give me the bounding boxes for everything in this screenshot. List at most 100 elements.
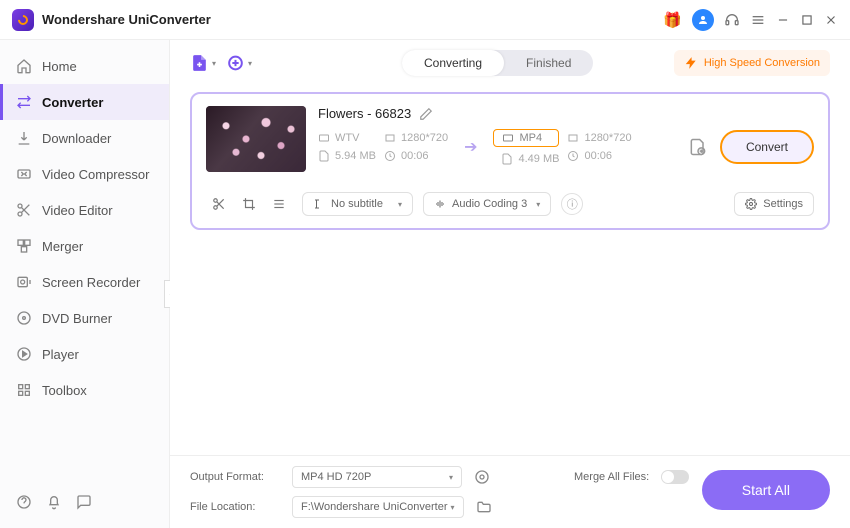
chevron-down-icon: ▾: [248, 59, 252, 68]
dst-duration: 00:06: [584, 150, 612, 162]
sidebar-item-downloader[interactable]: Downloader: [0, 120, 169, 156]
dst-format: MP4: [519, 132, 542, 144]
convert-button[interactable]: Convert: [720, 130, 814, 164]
audio-icon: [434, 198, 446, 210]
converter-icon: [16, 94, 32, 110]
app-title: Wondershare UniConverter: [42, 12, 211, 27]
file-icon: [501, 153, 513, 165]
audio-dropdown[interactable]: Audio Coding 3 ▾: [423, 192, 551, 216]
gift-icon[interactable]: 🎁: [663, 11, 682, 29]
target-format-selector[interactable]: MP4: [493, 129, 559, 147]
subtitle-icon: [313, 198, 325, 210]
resolution-icon: [567, 132, 579, 144]
help-icon[interactable]: [16, 494, 32, 510]
file-card: Flowers - 66823 WTV 5.94 MB 1280*720 00:…: [190, 92, 830, 230]
merge-toggle[interactable]: [661, 470, 689, 484]
sidebar-item-compressor[interactable]: Video Compressor: [0, 156, 169, 192]
sidebar-item-player[interactable]: Player: [0, 336, 169, 372]
footer: Output Format: MP4 HD 720P ▾ Merge All F…: [170, 455, 850, 528]
file-list: Flowers - 66823 WTV 5.94 MB 1280*720 00:…: [170, 86, 850, 455]
sidebar-item-recorder[interactable]: Screen Recorder: [0, 264, 169, 300]
subtitle-dropdown[interactable]: No subtitle ▾: [302, 192, 413, 216]
maximize-button[interactable]: [800, 13, 814, 27]
scissors-icon: [16, 202, 32, 218]
trim-icon[interactable]: [212, 197, 226, 211]
sidebar-item-editor[interactable]: Video Editor: [0, 192, 169, 228]
format-settings-icon[interactable]: [474, 469, 490, 485]
chevron-down-icon: ▾: [451, 503, 455, 512]
chevron-down-icon: ▾: [449, 473, 453, 482]
add-url-button[interactable]: ▾: [226, 50, 252, 76]
video-thumbnail[interactable]: [206, 106, 306, 172]
download-icon: [16, 130, 32, 146]
tab-finished[interactable]: Finished: [504, 50, 593, 76]
toolbar: ▾ ▾ Converting Finished High Speed Conve…: [170, 40, 850, 86]
high-speed-indicator[interactable]: High Speed Conversion: [674, 50, 830, 76]
effects-icon[interactable]: [272, 197, 286, 211]
bell-icon[interactable]: [46, 494, 62, 510]
sidebar-item-home[interactable]: Home: [0, 48, 169, 84]
sidebar-item-dvd[interactable]: DVD Burner: [0, 300, 169, 336]
video-icon: [502, 132, 514, 144]
sidebar-item-label: Merger: [42, 239, 83, 254]
chevron-down-icon: ▾: [398, 200, 402, 209]
dst-res: 1280*720: [584, 132, 631, 144]
src-res: 1280*720: [401, 132, 448, 144]
dst-size: 4.49 MB: [518, 153, 559, 165]
toolbox-icon: [16, 382, 32, 398]
edit-name-icon[interactable]: [419, 107, 433, 121]
recorder-icon: [16, 274, 32, 290]
clock-icon: [384, 150, 396, 162]
lightning-icon: [684, 56, 698, 70]
sidebar-item-label: Toolbox: [42, 383, 87, 398]
output-format-dropdown[interactable]: MP4 HD 720P ▾: [292, 466, 462, 488]
crop-icon[interactable]: [242, 197, 256, 211]
sidebar-item-label: Player: [42, 347, 79, 362]
clock-icon: [567, 150, 579, 162]
settings-button[interactable]: Settings: [734, 192, 814, 216]
src-duration: 00:06: [401, 150, 429, 162]
sidebar-item-label: Screen Recorder: [42, 275, 140, 290]
sidebar-item-label: Converter: [42, 95, 103, 110]
arrow-right-icon: ➔: [456, 137, 485, 157]
titlebar-actions: 🎁: [663, 9, 838, 31]
merge-label: Merge All Files:: [574, 471, 649, 483]
status-tabs: Converting Finished: [402, 50, 593, 76]
open-folder-icon[interactable]: [476, 499, 492, 515]
headset-icon[interactable]: [724, 12, 740, 28]
home-icon: [16, 58, 32, 74]
minimize-button[interactable]: [776, 13, 790, 27]
sidebar-item-label: Video Editor: [42, 203, 113, 218]
file-location-dropdown[interactable]: F:\Wondershare UniConverter ▾: [292, 496, 464, 518]
feedback-icon[interactable]: [76, 494, 92, 510]
add-file-button[interactable]: ▾: [190, 50, 216, 76]
sidebar-item-label: DVD Burner: [42, 311, 112, 326]
gear-icon: [745, 198, 757, 210]
src-size: 5.94 MB: [335, 150, 376, 162]
chevron-down-icon: ▾: [212, 59, 216, 68]
output-settings-button[interactable]: [684, 133, 712, 161]
sidebar-item-toolbox[interactable]: Toolbox: [0, 372, 169, 408]
file-icon: [318, 150, 330, 162]
sidebar: Home Converter Downloader Video Compress…: [0, 40, 170, 528]
start-all-button[interactable]: Start All: [702, 470, 830, 510]
file-location-label: File Location:: [190, 501, 280, 513]
sidebar-item-label: Video Compressor: [42, 167, 149, 182]
file-name: Flowers - 66823: [318, 106, 411, 121]
chevron-down-icon: ▾: [536, 200, 540, 209]
output-format-label: Output Format:: [190, 471, 280, 483]
main-panel: ▾ ▾ Converting Finished High Speed Conve…: [170, 40, 850, 528]
sidebar-footer: [0, 484, 169, 520]
close-button[interactable]: [824, 13, 838, 27]
user-avatar-icon[interactable]: [692, 9, 714, 31]
src-format: WTV: [335, 132, 359, 144]
sidebar-item-label: Home: [42, 59, 77, 74]
sidebar-item-converter[interactable]: Converter: [0, 84, 169, 120]
tab-converting[interactable]: Converting: [402, 50, 504, 76]
merger-icon: [16, 238, 32, 254]
info-button[interactable]: ⓘ: [561, 193, 583, 215]
resolution-icon: [384, 132, 396, 144]
menu-icon[interactable]: [750, 12, 766, 28]
sidebar-item-merger[interactable]: Merger: [0, 228, 169, 264]
sidebar-item-label: Downloader: [42, 131, 111, 146]
